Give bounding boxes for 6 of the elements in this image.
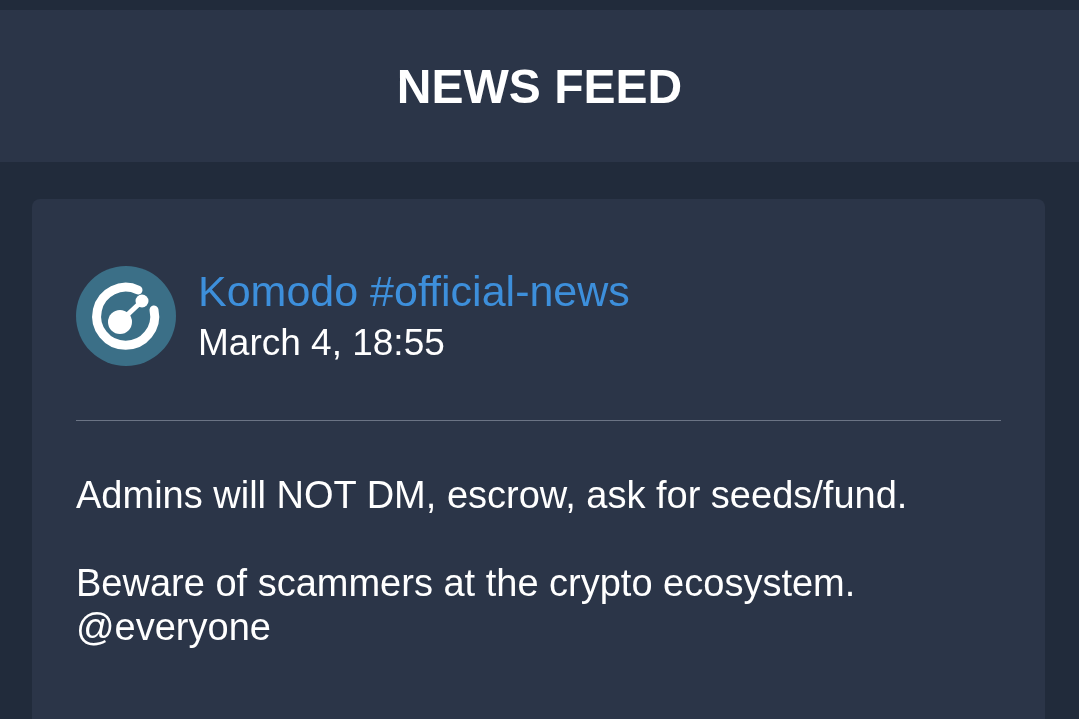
post-text: Admins will NOT DM, escrow, ask for seeds/fund. xyxy=(76,473,909,517)
channel-name[interactable]: Komodo #official-news xyxy=(198,267,630,315)
post-text: Beware of scammers at the crypto ecosystem. @everyone xyxy=(76,561,857,649)
post-date: March 4, 18:55 xyxy=(198,321,446,365)
logo-icon xyxy=(76,266,176,366)
page-title: NEWS FEED xyxy=(396,58,683,114)
